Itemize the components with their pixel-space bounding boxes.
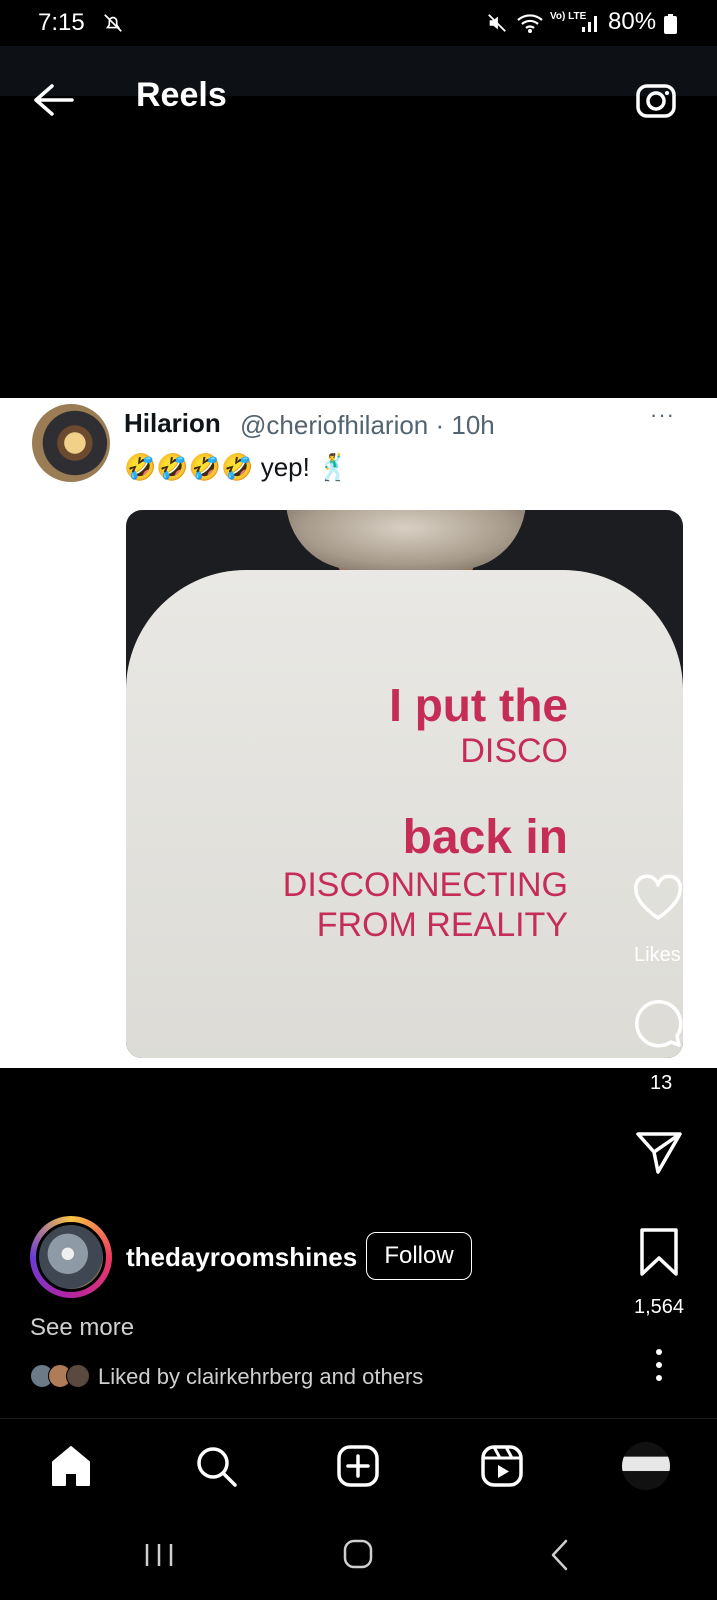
page-title: Reels [136, 76, 227, 114]
tweet-text: 🤣🤣🤣🤣 yep! 🕺 [124, 452, 350, 482]
create-icon[interactable] [336, 1444, 380, 1488]
shirt-text-line: FROM REALITY [316, 906, 568, 944]
tweet-author-handle: @cheriofhilarion · 10h [240, 410, 495, 440]
heart-icon[interactable] [632, 874, 684, 922]
tweet-photo: I put the DISCO back in DISCONNECTING FR… [126, 510, 683, 1058]
creator-username[interactable]: thedayroomshines [126, 1242, 357, 1273]
battery-icon [664, 14, 677, 34]
liked-by-text[interactable]: Liked by clairkehrberg and others [98, 1364, 423, 1390]
home-icon[interactable] [50, 1444, 92, 1488]
liked-by-avatars [30, 1364, 92, 1388]
mute-icon [488, 14, 506, 32]
recent-apps-icon[interactable] [144, 1540, 174, 1570]
see-more-link[interactable]: See more [30, 1314, 134, 1342]
home-button-icon[interactable] [342, 1538, 374, 1570]
search-icon[interactable] [194, 1444, 238, 1488]
shirt-text-line: DISCONNECTING [282, 866, 568, 904]
shirt-text-line: back in [402, 811, 568, 864]
signal-icon [582, 16, 597, 32]
save-count: 1,564 [634, 1296, 685, 1318]
bookmark-icon[interactable] [638, 1226, 680, 1278]
tweet-more-icon: ··· [650, 402, 675, 427]
battery-percent: 80% [608, 8, 657, 35]
tweet-avatar [32, 404, 110, 482]
shirt-text-line: I put the [389, 679, 568, 731]
reels-icon[interactable] [480, 1444, 524, 1488]
liked-avatar [66, 1364, 90, 1388]
back-arrow-icon[interactable] [30, 80, 76, 120]
status-bar: 7:15 Vo) LTE 80% [0, 0, 717, 46]
camera-icon[interactable] [634, 78, 678, 122]
photo-beard [286, 510, 526, 570]
more-vertical-icon[interactable] [652, 1348, 666, 1382]
creator-avatar[interactable] [36, 1222, 106, 1292]
comment-icon[interactable] [633, 998, 683, 1048]
tweet-author-name: Hilarion [124, 408, 221, 438]
share-icon[interactable] [634, 1128, 684, 1176]
system-back-icon[interactable] [548, 1538, 572, 1572]
likes-label: Likes [634, 944, 681, 966]
comment-count: 13 [650, 1072, 673, 1094]
shirt-text-line: DISCO [460, 732, 568, 770]
notifications-off-icon [104, 14, 122, 32]
header-bar [0, 46, 717, 96]
wifi-icon [517, 14, 543, 33]
status-time: 7:15 [38, 9, 85, 36]
profile-avatar[interactable] [622, 1442, 670, 1490]
follow-button[interactable]: Follow [366, 1232, 472, 1280]
